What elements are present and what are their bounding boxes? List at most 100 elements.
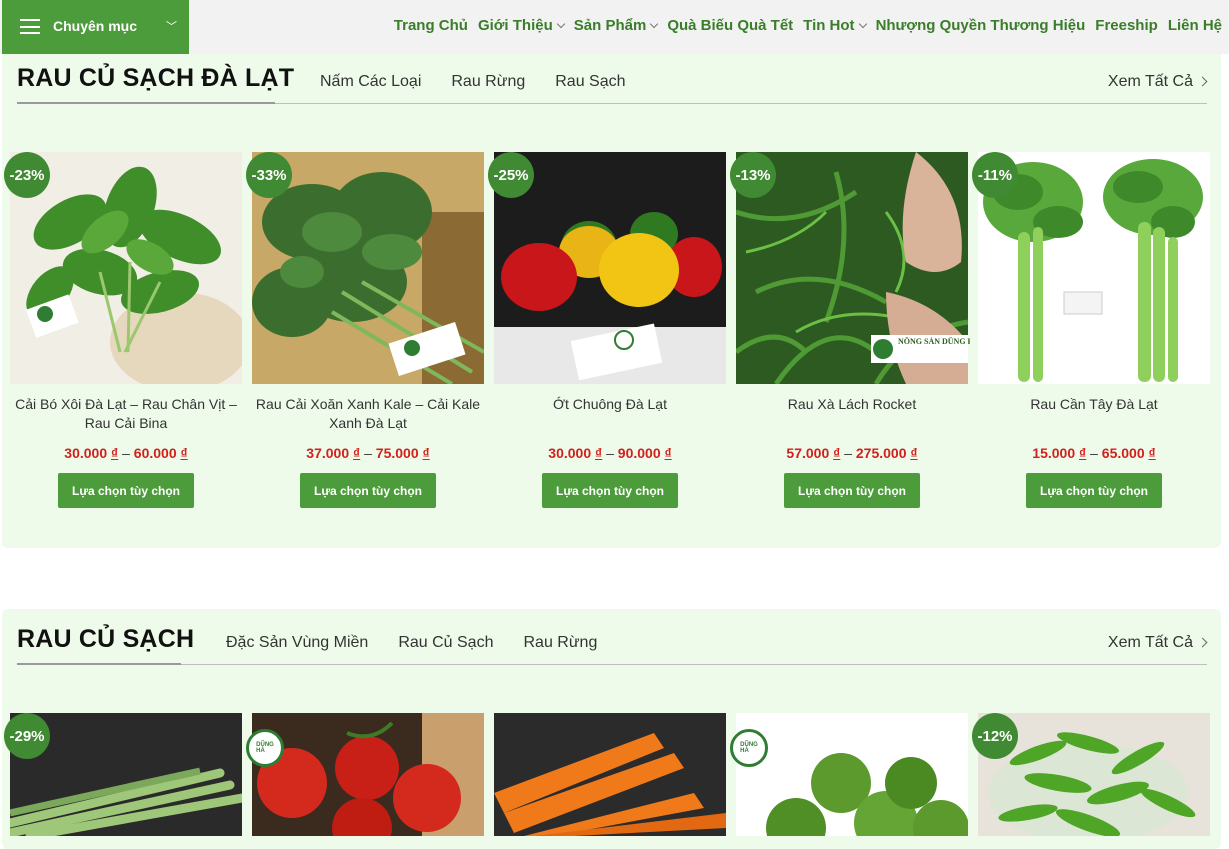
section-title: RAU CỦ SẠCH [17,625,195,653]
discount-badge: -12% [972,713,1018,759]
currency-symbol: ₫ [1148,445,1156,461]
nav-item-6[interactable]: Freeship [1095,17,1158,34]
product-card [494,713,726,836]
image-watermark-caption: NÔNG SẢN DŨNG HÀ [898,337,970,346]
brand-logo-icon: DŨNG HÀ [246,729,284,767]
price-max: 275.000 [855,445,907,461]
product-image[interactable] [252,713,484,836]
product-card: -12% [972,713,1210,836]
price-separator: – [122,445,130,461]
product-name[interactable]: Rau Xà Lách Rocket [736,395,968,414]
price-max: 65.000 [1101,445,1145,461]
discount-badge: -33% [246,152,292,198]
nav-item-label: Trang Chủ [393,17,468,34]
tab-rau-rung[interactable]: Rau Rừng [451,73,525,91]
see-all-link[interactable]: Xem Tất Cả [1108,634,1193,652]
nav-item-label: Nhượng Quyền Thương Hiệu [875,17,1086,34]
price-min: 37.000 [306,445,350,461]
product-card: -29% [4,713,242,836]
chevron-down-icon [556,19,566,28]
product-price: 57.000 ₫ – 275.000 ₫ [736,445,968,461]
price-min: 30.000 [64,445,108,461]
tab-rau-cu-sach[interactable]: Rau Củ Sạch [398,634,493,652]
currency-symbol: ₫ [910,445,918,461]
product-price: 15.000 ₫ – 65.000 ₫ [978,445,1210,461]
section-tabs: Đặc Sản Vùng Miền Rau Củ Sạch Rau Rừng [226,634,627,652]
product-image[interactable] [494,713,726,836]
nav-item-label: Giới Thiệu [477,17,553,34]
product-name[interactable]: Cải Bó Xôi Đà Lạt – Rau Chân Vịt – Rau C… [10,395,242,433]
section-title: RAU CỦ SẠCH ĐÀ LẠT [17,64,295,92]
select-options-button[interactable]: Lựa chọn tùy chọn [1026,473,1162,508]
nav-item-label: Sản Phẩm [573,17,647,34]
discount-badge: -11% [972,152,1018,198]
discount-badge: -29% [4,713,50,759]
section-title-underline [17,102,275,104]
chevron-down-icon: ﹀ [166,21,177,33]
top-navigation-bar: Chuyên mục ﹀ Trang Chủ Giới Thiệu Sản Phẩm… [0,0,1229,54]
currency-symbol: ₫ [353,445,361,461]
see-all-link[interactable]: Xem Tất Cả [1108,73,1193,91]
brand-logo-icon: DŨNG HÀ [730,729,768,767]
product-name[interactable]: Ớt Chuông Đà Lạt [494,395,726,414]
product-card: -11% Rau Cần Tây Đà Lạt 15.000 ₫ – 65.000 … [972,152,1210,512]
product-card: -13% Rau Xà Lách Rocket 57.000 ₫ – 275.000… [730,152,968,512]
price-separator: – [606,445,614,461]
currency-symbol: ₫ [111,445,119,461]
price-separator: – [364,445,372,461]
select-options-button[interactable]: Lựa chọn tùy chọn [784,473,920,508]
chevron-down-icon [858,19,867,28]
tab-dac-san-vung-mien[interactable]: Đặc Sản Vùng Miền [226,634,368,652]
price-max: 60.000 [133,445,177,461]
select-options-button[interactable]: Lựa chọn tùy chọn [542,473,678,508]
product-card: DŨNG HÀ [730,713,968,836]
chevron-right-icon [1197,637,1208,648]
price-max: 90.000 [617,445,661,461]
price-min: 15.000 [1032,445,1076,461]
product-card: -23% Cải Bó Xôi Đà Lạt – Rau Chân Vịt – R… [4,152,242,512]
chevron-right-icon [1197,76,1208,87]
section-divider [17,664,1207,665]
product-card: DŨNG HÀ [246,713,484,836]
price-min: 30.000 [548,445,592,461]
product-name[interactable]: Rau Cần Tây Đà Lạt [978,395,1210,414]
nav-item-7[interactable]: Liên Hệ [1168,17,1222,34]
tab-rau-rung[interactable]: Rau Rừng [523,634,597,652]
price-separator: – [844,445,852,461]
currency-symbol: ₫ [180,445,188,461]
nav-item-label: Quà Biếu Quà Tết [667,17,794,34]
price-max: 75.000 [375,445,419,461]
nav-item-4[interactable]: Tin Hot [803,17,867,34]
product-name[interactable]: Rau Cải Xoăn Xanh Kale – Cải Kale Xanh Đ… [252,395,484,433]
main-nav: Trang Chủ Giới Thiệu Sản Phẩm Quà Biếu Quà … [384,17,1222,34]
nav-item-5[interactable]: Nhượng Quyền Thương Hiệu [876,17,1086,34]
nav-item-0[interactable]: Trang Chủ [394,17,468,34]
discount-badge: -13% [730,152,776,198]
currency-symbol: ₫ [1079,445,1087,461]
currency-symbol: ₫ [833,445,841,461]
tab-rau-sach[interactable]: Rau Sạch [555,73,625,91]
price-min: 57.000 [786,445,830,461]
product-price: 30.000 ₫ – 90.000 ₫ [494,445,726,461]
product-image[interactable] [736,713,968,836]
discount-badge: -25% [488,152,534,198]
currency-symbol: ₫ [595,445,603,461]
category-menu-label: Chuyên mục [53,18,138,34]
discount-badge: -23% [4,152,50,198]
section-tabs: Nấm Các Loại Rau Rừng Rau Sạch [320,73,656,91]
price-separator: – [1090,445,1098,461]
product-price: 30.000 ₫ – 60.000 ₫ [10,445,242,461]
product-price: 37.000 ₫ – 75.000 ₫ [252,445,484,461]
nav-item-2[interactable]: Sản Phẩm [573,17,659,34]
select-options-button[interactable]: Lựa chọn tùy chọn [300,473,436,508]
currency-symbol: ₫ [664,445,672,461]
category-menu-button[interactable]: Chuyên mục ﹀ [2,0,189,54]
section-title-underline [17,663,181,665]
currency-symbol: ₫ [422,445,430,461]
tab-nam-cac-loai[interactable]: Nấm Các Loại [320,73,421,91]
nav-item-label: Freeship [1095,17,1158,34]
nav-item-1[interactable]: Giới Thiệu [477,17,566,34]
hamburger-icon [20,19,40,34]
nav-item-3[interactable]: Quà Biếu Quà Tết [667,17,793,34]
select-options-button[interactable]: Lựa chọn tùy chọn [58,473,194,508]
